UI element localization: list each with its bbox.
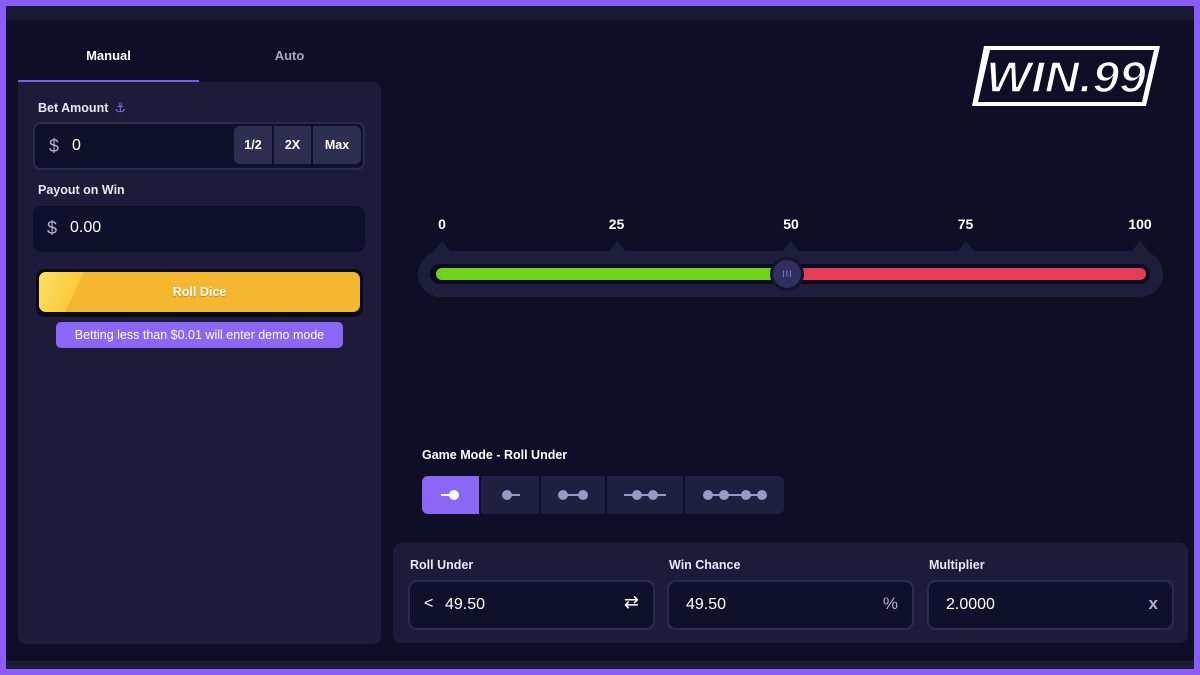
slider-tick-label: 100 xyxy=(1128,216,1152,232)
app-frame: Manual Auto Bet Amount ⚓ $ 0 1/2 2X Max … xyxy=(6,6,1194,669)
slider-tick-label: 0 xyxy=(438,216,446,232)
dollar-icon: $ xyxy=(49,136,60,156)
roll-dice-button-face: Roll Dice xyxy=(39,272,360,312)
mode-roll-under-button[interactable] xyxy=(422,476,479,514)
multiplier-field[interactable]: 2.0000 x xyxy=(927,580,1174,630)
slider-tick-notch xyxy=(782,241,800,252)
bet-panel: Bet Amount ⚓ $ 0 1/2 2X Max Payout on Wi… xyxy=(18,82,381,644)
roll-under-input[interactable]: 49.50 xyxy=(445,596,485,614)
roll-dice-button[interactable]: Roll Dice xyxy=(36,269,363,317)
roll-between-icon xyxy=(558,490,588,500)
lose-range-bar xyxy=(787,268,1146,280)
button-shine xyxy=(39,272,109,312)
grip-icon: III xyxy=(782,269,793,279)
game-mode-selector xyxy=(422,476,784,514)
multiplier-input[interactable]: 2.0000 xyxy=(946,596,995,614)
game-mode-label: Game Mode - Roll Under xyxy=(422,448,568,462)
multiplier-label: Multiplier xyxy=(929,558,985,572)
roll-dice-label: Roll Dice xyxy=(172,285,227,299)
roll-over-icon xyxy=(502,490,520,500)
roll-outside-icon xyxy=(624,490,666,500)
percent-icon: % xyxy=(882,594,898,613)
bet-adjust-buttons: 1/2 2X Max xyxy=(234,126,361,166)
bet-mode-tabs: Manual Auto xyxy=(18,36,380,82)
multiplier-x-icon: x xyxy=(1148,594,1158,613)
demo-mode-note: Betting less than $0.01 will enter demo … xyxy=(56,322,343,348)
payout-label: Payout on Win xyxy=(38,183,125,197)
half-bet-button[interactable]: 1/2 xyxy=(234,126,272,164)
anchor-icon[interactable]: ⚓ xyxy=(114,100,126,116)
less-than-icon: < xyxy=(424,595,434,612)
max-bet-button[interactable]: Max xyxy=(313,126,361,164)
win-chance-input[interactable]: 49.50 xyxy=(686,596,726,614)
slider-scale: 0 25 50 75 100 xyxy=(6,216,1194,236)
swap-icon[interactable]: ⇄ xyxy=(624,592,639,613)
roll-double-between-icon xyxy=(702,490,767,500)
slider-tick-label: 50 xyxy=(783,216,799,232)
roll-under-icon xyxy=(440,490,459,500)
win99-logo: WIN.99 xyxy=(972,46,1160,106)
win-chance-label: Win Chance xyxy=(669,558,741,572)
mode-roll-between-button[interactable] xyxy=(541,476,605,514)
double-bet-button[interactable]: 2X xyxy=(274,126,311,164)
roll-under-label: Roll Under xyxy=(410,558,474,572)
mode-roll-outside-button[interactable] xyxy=(607,476,683,514)
win-chance-field[interactable]: 49.50 % xyxy=(667,580,914,630)
logo-text: WIN.99 xyxy=(986,53,1147,102)
roll-under-field[interactable]: < 49.50 ⇄ xyxy=(408,580,655,630)
bet-amount-label: Bet Amount ⚓ xyxy=(38,100,126,116)
tab-auto[interactable]: Auto xyxy=(199,36,380,82)
roll-settings-panel: Roll Under < 49.50 ⇄ Win Chance 49.50 % … xyxy=(393,543,1188,643)
mode-roll-double-between-button[interactable] xyxy=(685,476,784,514)
slider-tick-notch xyxy=(956,241,975,252)
slider-tick-label: 75 xyxy=(957,216,974,232)
bet-amount-field[interactable]: $ 0 1/2 2X Max xyxy=(33,122,365,170)
win-range-bar xyxy=(436,268,788,280)
bet-amount-label-text: Bet Amount xyxy=(38,101,109,115)
mode-roll-over-button[interactable] xyxy=(481,476,539,514)
slider-tick-notch xyxy=(433,241,451,252)
slider-tick-label: 25 xyxy=(608,216,625,232)
top-strip xyxy=(6,6,1194,20)
slider-tick-notch xyxy=(1131,241,1149,252)
bet-amount-input[interactable]: 0 xyxy=(72,137,81,155)
slider-tick-notch xyxy=(607,241,626,252)
slider-handle[interactable]: III xyxy=(770,257,805,291)
bottom-strip xyxy=(6,661,1194,669)
tab-manual[interactable]: Manual xyxy=(18,36,199,82)
